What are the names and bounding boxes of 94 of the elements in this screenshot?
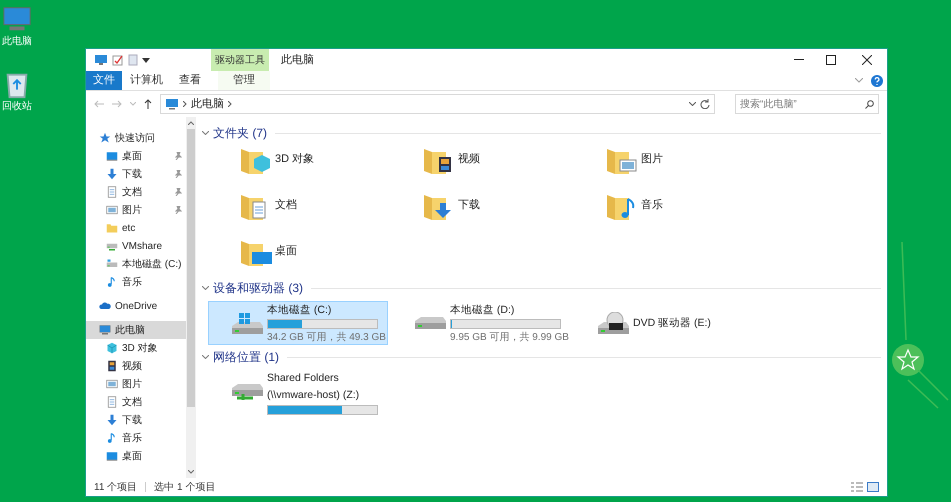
system-drive-icon [232, 312, 263, 334]
sidebar-item[interactable]: VMshare [86, 237, 186, 255]
properties-icon[interactable] [112, 54, 124, 66]
sidebar-item[interactable]: 桌面 [86, 447, 186, 465]
dropdown-caret-icon[interactable] [142, 57, 150, 63]
folder-with-monitor-icon [240, 239, 272, 267]
computer-icon [99, 324, 111, 336]
sidebar-item[interactable]: etc [86, 219, 186, 237]
folder-tile[interactable]: 音乐 [574, 193, 757, 231]
folder-icon [106, 222, 118, 234]
chevron-right-icon [183, 101, 187, 107]
drive-tile[interactable]: 本地磁盘 (C:) 34.2 GB 可用，共 49.3 GB [208, 301, 388, 345]
sidebar-item[interactable]: 图片 [86, 201, 186, 219]
sidebar-item[interactable]: 下载 [86, 165, 186, 183]
network-drive-icon [232, 384, 263, 400]
folder-tile[interactable]: 视频 [391, 147, 574, 185]
down-arrow-icon [106, 168, 118, 180]
status-text: 11 个项目 [94, 480, 138, 494]
scrollbar-thumb[interactable] [187, 129, 195, 407]
pin-icon[interactable] [175, 188, 182, 196]
folder-with-picture-icon [606, 147, 638, 175]
computer-icon [165, 98, 179, 110]
up-arrow-icon[interactable] [144, 99, 152, 109]
sidebar-item[interactable]: 快速访问 [86, 129, 186, 147]
sidebar-item[interactable]: 此电脑 [86, 321, 186, 339]
help-icon[interactable] [871, 74, 883, 86]
ribbon-group-label: 驱动器工具 [211, 49, 269, 71]
chevron-up-icon[interactable] [188, 121, 194, 125]
ribbon-tab[interactable]: 管理 [218, 71, 270, 90]
drive-icon [415, 317, 446, 329]
sidebar-item[interactable]: 文档 [86, 393, 186, 411]
picture-icon [106, 378, 118, 390]
ribbon-tab[interactable]: 计算机 [122, 71, 171, 90]
document-icon [106, 396, 118, 408]
search-icon [865, 100, 874, 109]
film-icon [106, 360, 118, 372]
cloud-icon [99, 300, 111, 312]
star-icon [99, 132, 111, 144]
music-note-icon [106, 432, 118, 444]
sidebar-item[interactable]: 3D 对象 [86, 339, 186, 357]
chevron-down-icon[interactable] [689, 102, 696, 106]
sidebar-item[interactable]: 图片 [86, 375, 186, 393]
drive-icon [106, 258, 118, 270]
monitor-icon [106, 150, 118, 162]
section-heading[interactable]: 文件夹 (7) [213, 124, 267, 142]
picture-icon [106, 204, 118, 216]
sidebar-item[interactable]: 下载 [86, 411, 186, 429]
scrollbar[interactable] [186, 117, 196, 478]
drive-tile[interactable]: DVD 驱动器 (E:) [574, 301, 754, 345]
chevron-right-icon[interactable] [228, 101, 232, 107]
folder-tile[interactable]: 下载 [391, 193, 574, 231]
pin-icon[interactable] [175, 170, 182, 178]
drive-tile[interactable]: 本地磁盘 (D:) 9.95 GB 可用，共 9.99 GB [391, 301, 571, 345]
folder-tile[interactable]: 文档 [208, 193, 391, 231]
drive-tile[interactable]: Shared Folders (\\vmware-host) (Z:) [208, 370, 388, 414]
pin-icon[interactable] [175, 206, 182, 214]
dvd-drive-icon [598, 312, 629, 334]
breadcrumb[interactable]: 此电脑 [191, 96, 224, 112]
chevron-down-icon[interactable] [188, 470, 194, 474]
minimize-icon [794, 59, 804, 61]
music-note-icon [106, 276, 118, 288]
chevron-down-icon[interactable] [202, 131, 209, 135]
section-heading[interactable]: 设备和驱动器 (3) [213, 279, 303, 297]
chevron-down-icon[interactable] [202, 286, 209, 290]
monitor-icon [106, 450, 118, 462]
large-icons-view-icon[interactable] [867, 482, 879, 492]
folder-with-cube-icon [240, 147, 272, 175]
search-field[interactable]: 搜索“此电脑” [735, 94, 879, 114]
section-heading[interactable]: 网络位置 (1) [213, 348, 279, 366]
maximize-icon [826, 55, 836, 65]
address-bar[interactable]: 此电脑 [160, 94, 715, 114]
chevron-down-icon[interactable] [202, 355, 209, 359]
computer-icon[interactable] [94, 54, 108, 66]
sidebar-item[interactable]: 音乐 [86, 273, 186, 291]
ribbon-tab[interactable]: 查看 [171, 71, 209, 90]
folder-tile[interactable]: 3D 对象 [208, 147, 391, 185]
window-title: 此电脑 [280, 52, 315, 68]
refresh-icon[interactable] [700, 99, 710, 109]
sidebar-item[interactable]: 文档 [86, 183, 186, 201]
sidebar-item[interactable]: 桌面 [86, 147, 186, 165]
pin-icon[interactable] [175, 152, 182, 160]
ribbon-tab[interactable]: 文件 [86, 71, 122, 90]
folder-tile[interactable]: 图片 [574, 147, 757, 185]
sidebar-item[interactable]: 音乐 [86, 429, 186, 447]
folder-tile[interactable]: 桌面 [208, 239, 391, 277]
cube-icon [106, 342, 118, 354]
close-icon [862, 55, 872, 65]
status-text: 选中 1 个项目 [154, 480, 216, 494]
details-view-icon[interactable] [851, 482, 863, 492]
down-arrow-icon [106, 414, 118, 426]
document-icon [106, 186, 118, 198]
sidebar-item[interactable]: 视频 [86, 357, 186, 375]
sidebar-item[interactable]: 本地磁盘 (C:) [86, 255, 186, 273]
sidebar-item[interactable]: OneDrive [86, 297, 186, 315]
